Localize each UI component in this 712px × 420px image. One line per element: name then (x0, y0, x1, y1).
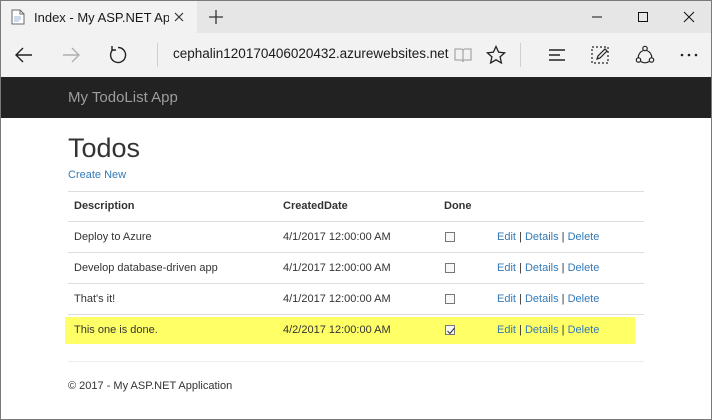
footer-divider (68, 361, 644, 362)
delete-link[interactable]: Delete (568, 324, 600, 336)
close-window-icon (683, 11, 695, 22)
row-actions: Edit | Details | Delete (497, 253, 599, 283)
arrow-right-icon (63, 47, 80, 63)
todo-description: Deploy to Azure (74, 231, 152, 243)
table-row: Deploy to Azure 4/1/2017 12:00:00 AM Edit … (68, 221, 644, 252)
todo-created-date: 4/1/2017 12:00:00 AM (283, 262, 391, 274)
url-field[interactable]: cephalin120170406020432.azurewebsites.ne… (173, 46, 448, 61)
app-navbar: My TodoList App (0, 77, 712, 118)
edit-link[interactable]: Edit (497, 293, 516, 305)
web-note-button[interactable] (584, 39, 616, 71)
delete-link[interactable]: Delete (568, 293, 600, 305)
brand-link[interactable]: My TodoList App (68, 89, 178, 106)
address-bar: cephalin120170406020432.azurewebsites.ne… (0, 33, 712, 77)
edit-link[interactable]: Edit (497, 262, 516, 274)
action-separator: | (561, 324, 565, 336)
more-button[interactable] (673, 39, 705, 71)
details-link[interactable]: Details (525, 231, 559, 243)
minimize-button[interactable] (574, 0, 620, 33)
share-button[interactable] (629, 39, 661, 71)
hub-button[interactable] (541, 39, 573, 71)
hub-icon (549, 49, 565, 61)
done-checkbox[interactable] (445, 232, 455, 242)
done-checkbox[interactable] (445, 294, 455, 304)
action-separator: | (519, 231, 522, 243)
header-done: Done (444, 200, 472, 212)
minimize-icon (592, 16, 602, 17)
delete-link[interactable]: Delete (568, 231, 600, 243)
details-link[interactable]: Details (525, 324, 559, 336)
edit-link[interactable]: Edit (497, 231, 516, 243)
header-created-date: CreatedDate (283, 200, 348, 212)
favorite-button[interactable] (480, 39, 512, 71)
refresh-icon (109, 46, 127, 64)
footer-text: © 2017 - My ASP.NET Application (68, 380, 233, 392)
reading-view-button[interactable] (447, 39, 479, 71)
action-separator: | (519, 324, 522, 336)
refresh-button[interactable] (102, 39, 134, 71)
action-separator: | (561, 262, 565, 274)
book-icon (454, 48, 472, 63)
table-row: This one is done. 4/2/2017 12:00:00 AM Edi… (68, 314, 644, 345)
pen-icon (591, 46, 609, 64)
action-separator: | (519, 262, 522, 274)
page-title: Todos (68, 133, 141, 163)
forward-button[interactable] (55, 39, 87, 71)
share-icon (635, 45, 655, 64)
action-separator: | (561, 293, 565, 305)
todo-created-date: 4/1/2017 12:00:00 AM (283, 231, 391, 243)
page-icon (11, 9, 25, 25)
maximize-icon (638, 11, 648, 22)
table-header: Description CreatedDate Done (68, 191, 644, 221)
action-separator: | (561, 231, 565, 243)
edit-link[interactable]: Edit (497, 324, 516, 336)
address-divider (157, 43, 158, 67)
back-button[interactable] (8, 39, 40, 71)
close-window-button[interactable] (666, 0, 712, 33)
maximize-button[interactable] (620, 0, 666, 33)
close-icon[interactable] (171, 9, 187, 25)
done-checkbox[interactable] (445, 263, 455, 273)
row-actions: Edit | Details | Delete (497, 284, 599, 314)
tab-title: Index - My ASP.NET App (34, 9, 169, 25)
todo-description: This one is done. (74, 324, 158, 336)
todo-description: That's it! (74, 293, 116, 305)
row-actions: Edit | Details | Delete (497, 315, 599, 345)
delete-link[interactable]: Delete (568, 262, 600, 274)
browser-tab[interactable]: Index - My ASP.NET App (1, 1, 197, 33)
todo-table: Description CreatedDate Done Deploy to A… (68, 191, 644, 345)
done-checkbox[interactable] (445, 325, 455, 335)
action-separator: | (519, 293, 522, 305)
create-new-link[interactable]: Create New (68, 169, 126, 181)
details-link[interactable]: Details (525, 262, 559, 274)
todo-created-date: 4/1/2017 12:00:00 AM (283, 293, 391, 305)
todo-description: Develop database-driven app (74, 262, 218, 274)
tab-bar: Index - My ASP.NET App (0, 0, 712, 33)
arrow-left-icon (15, 47, 32, 63)
details-link[interactable]: Details (525, 293, 559, 305)
more-icon (680, 53, 698, 57)
table-row: That's it! 4/1/2017 12:00:00 AM Edit | Det… (68, 283, 644, 314)
row-actions: Edit | Details | Delete (497, 222, 599, 252)
table-row: Develop database-driven app 4/1/2017 12:0… (68, 252, 644, 283)
plus-icon[interactable] (206, 7, 226, 27)
toolbar-divider (520, 43, 521, 67)
todo-created-date: 4/2/2017 12:00:00 AM (283, 324, 391, 336)
header-description: Description (74, 200, 135, 212)
star-icon (485, 44, 507, 65)
